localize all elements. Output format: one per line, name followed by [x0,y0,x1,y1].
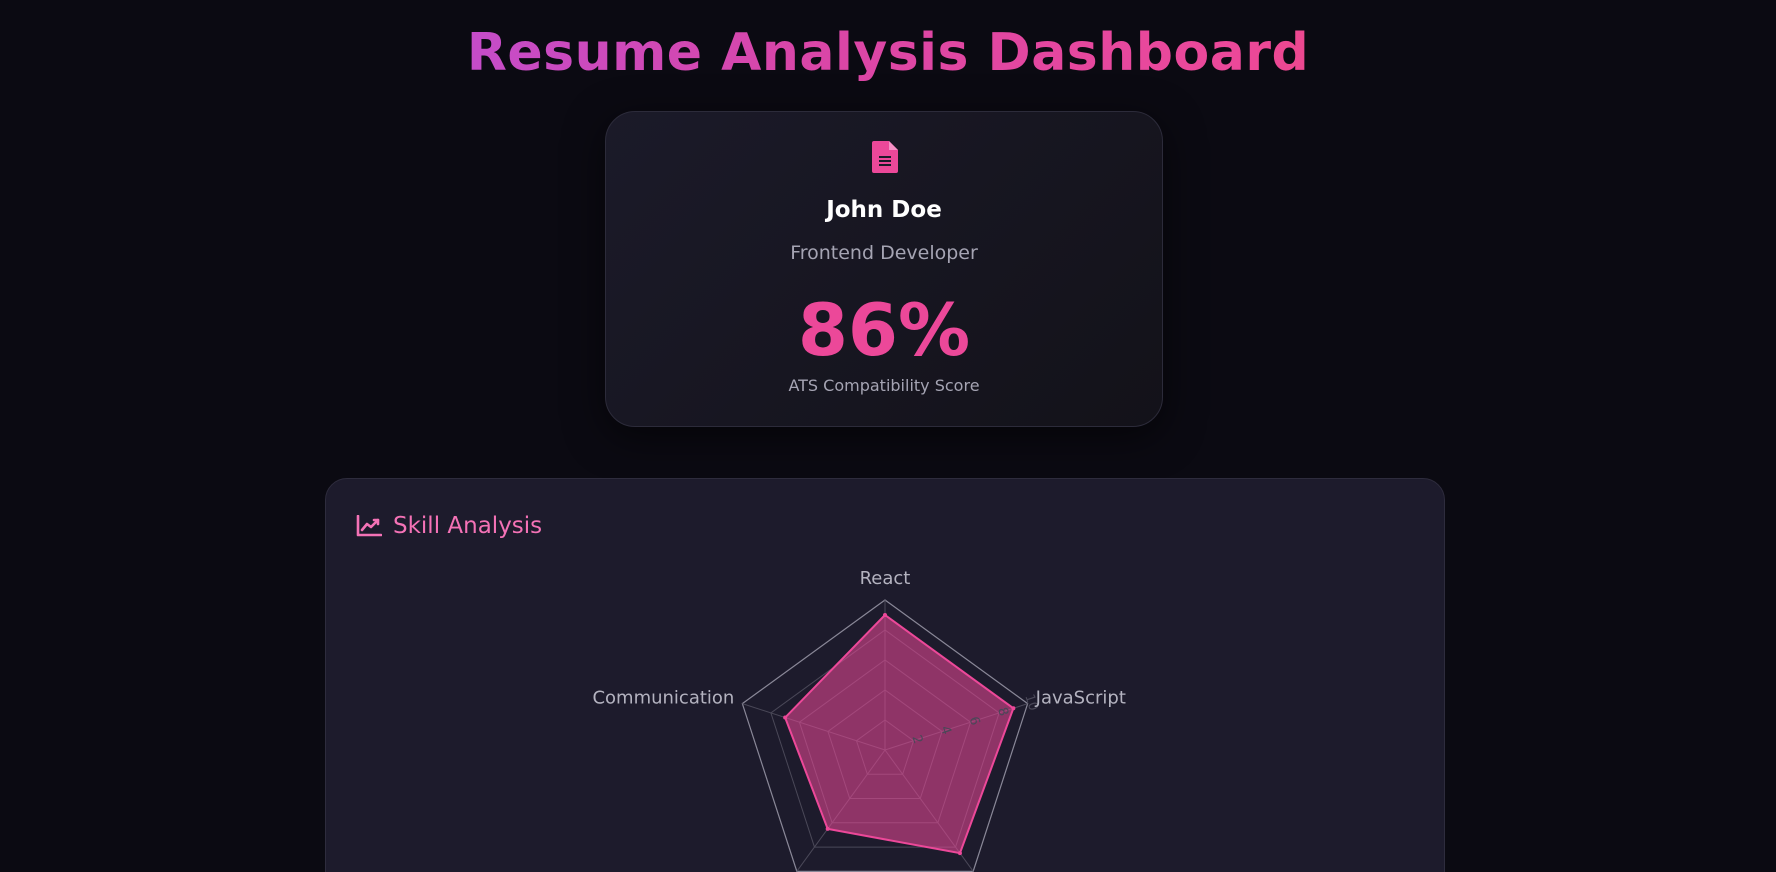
profile-card: John Doe Frontend Developer 86% ATS Comp… [605,111,1163,427]
radar-data-point [783,715,788,720]
dashboard-page: Resume Analysis Dashboard John Doe Front… [0,0,1776,872]
skill-analysis-card: Skill Analysis 246810ReactJavaScriptCSST… [325,478,1445,872]
radar-axis-label: JavaScript [1035,688,1126,709]
radar-data-point [1011,706,1016,711]
radar-data-area [783,613,1015,855]
radar-data-point [825,826,830,831]
candidate-name: John Doe [826,197,942,223]
file-text-icon [872,141,898,173]
ats-score-label: ATS Compatibility Score [788,376,980,395]
skill-radar-chart: 246810ReactJavaScriptCSSTestingCommunica… [592,568,1126,872]
radar-data-point [883,613,887,617]
ats-score-value: 86% [797,288,971,372]
radar-data-point [957,851,962,856]
page-title: Resume Analysis Dashboard [0,22,1776,84]
candidate-role: Frontend Developer [790,242,978,264]
radar-axis-label: React [860,568,911,589]
radar-axis-label: Communication [592,688,734,709]
